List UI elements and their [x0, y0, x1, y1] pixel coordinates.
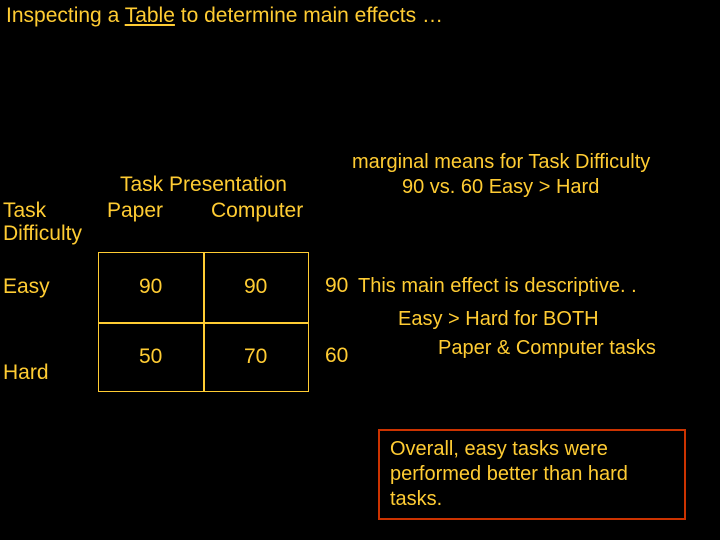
marginal-means-note: marginal means for Task Difficulty 90 vs… — [352, 150, 712, 200]
data-table: 90 90 50 70 — [98, 252, 309, 392]
descriptive-line2: Easy > Hard for BOTH — [358, 306, 718, 333]
cell-hard-computer: 70 — [244, 345, 267, 369]
descriptive-line3: Paper & Computer tasks — [358, 335, 718, 362]
marginal-note-line1: marginal means for Task Difficulty — [352, 150, 712, 175]
title-prefix: Inspecting a — [6, 4, 125, 27]
title-suffix: to determine main effects … — [175, 4, 443, 27]
col-header-task-presentation: Task Presentation — [120, 173, 287, 197]
row-label-hard: Hard — [3, 361, 49, 385]
row-header-task-difficulty: Task Difficulty — [3, 199, 82, 245]
table-hline — [99, 322, 308, 324]
col-header-paper: Paper — [107, 199, 163, 223]
descriptive-note: This main effect is descriptive. . Easy … — [358, 273, 718, 362]
slide-title: Inspecting a Table to determine main eff… — [6, 4, 443, 28]
col-header-computer: Computer — [211, 199, 303, 223]
cell-hard-paper: 50 — [139, 345, 162, 369]
descriptive-line1: This main effect is descriptive. . — [358, 275, 637, 297]
title-underlined: Table — [125, 4, 175, 27]
task-difficulty-line2: Difficulty — [3, 222, 82, 245]
marginal-note-line2: 90 vs. 60 Easy > Hard — [352, 175, 712, 200]
conclusion-box: Overall, easy tasks were performed bette… — [378, 429, 686, 520]
marginal-easy: 90 — [325, 274, 348, 298]
row-label-easy: Easy — [3, 275, 50, 299]
cell-easy-paper: 90 — [139, 275, 162, 299]
cell-easy-computer: 90 — [244, 275, 267, 299]
task-difficulty-line1: Task — [3, 199, 46, 222]
marginal-hard: 60 — [325, 344, 348, 368]
